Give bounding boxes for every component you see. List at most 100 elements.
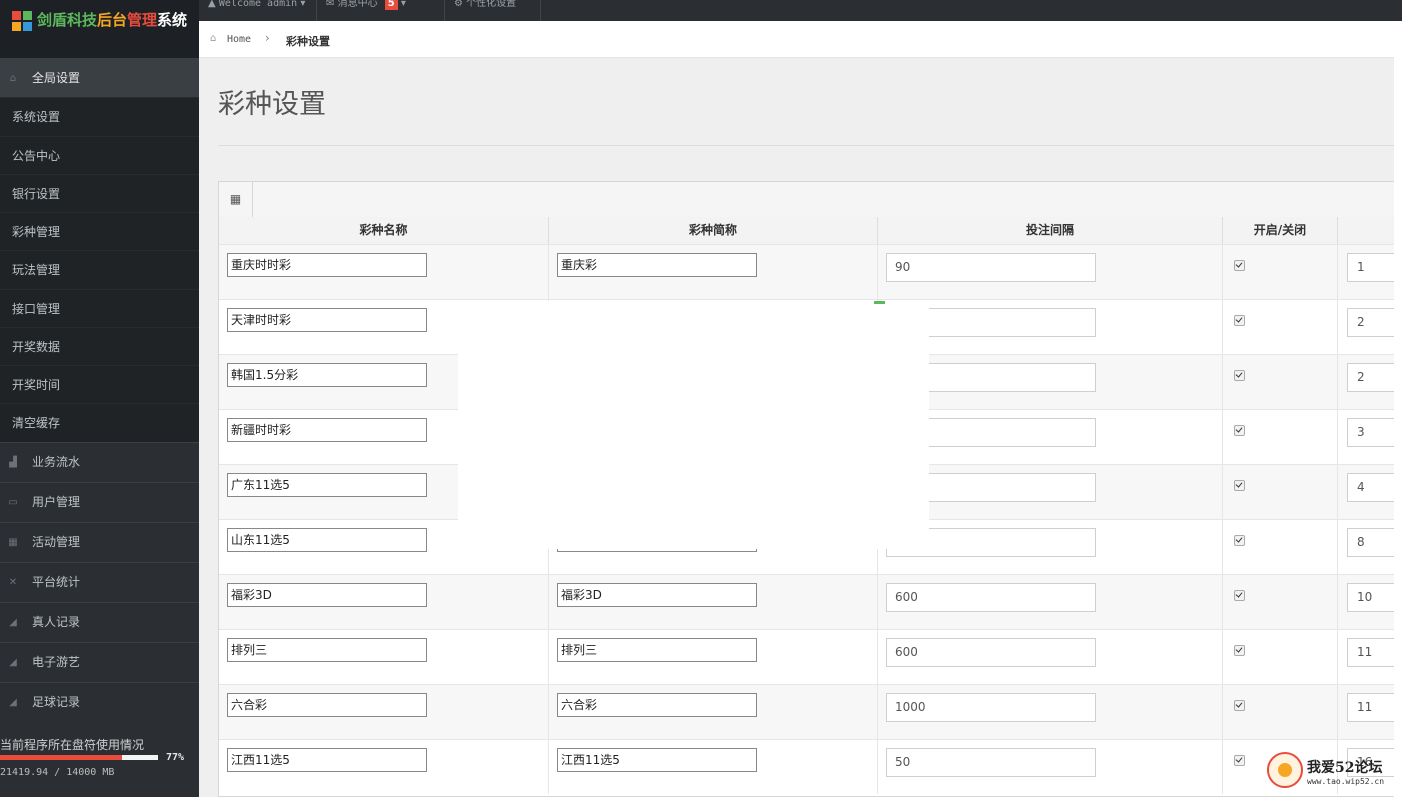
sidebar-item-api-management[interactable]: 接口管理 <box>0 289 199 328</box>
lottery-name-input[interactable]: 新疆时时彩 <box>227 418 427 442</box>
bet-interval-input[interactable]: 600 <box>886 638 1096 667</box>
disk-usage-title: 当前程序所在盘符使用情况 <box>0 738 145 752</box>
top-navbar: ▲ Welcome admin ▾ ✉ 消息中心 5 ▾ ⚙ 个性化设置 <box>199 0 1402 21</box>
cell-name: 重庆时时彩 <box>219 245 549 299</box>
cell-enabled <box>1223 465 1338 519</box>
cell-short-name: 重庆彩 <box>549 245 878 299</box>
cell-enabled <box>1223 685 1338 739</box>
cell-bet-interval <box>878 355 1223 409</box>
enabled-checkbox[interactable] <box>1234 590 1245 601</box>
disk-usage-fill <box>0 755 122 760</box>
sidebar-item-user-management[interactable]: ▭ 用户管理 <box>0 482 199 521</box>
cell-bet-interval: 50 <box>878 740 1223 794</box>
lottery-name-input[interactable]: 山东11选5 <box>227 528 427 552</box>
home-icon: ⌂ <box>210 33 217 44</box>
enabled-checkbox[interactable] <box>1234 370 1245 381</box>
sort-order-input[interactable]: 2 <box>1347 363 1394 392</box>
sidebar: 剑盾科技后台管理系统 ⌂ 全局设置 系统设置 公告中心 银行设置 彩种管理 玩法… <box>0 0 199 797</box>
sidebar-item-lottery-management[interactable]: 彩种管理 <box>0 212 199 251</box>
sidebar-item-electronic-games[interactable]: ◢ 电子游艺 <box>0 642 199 681</box>
enabled-checkbox[interactable] <box>1234 535 1245 546</box>
sidebar-item-clear-cache[interactable]: 清空缓存 <box>0 403 199 442</box>
sidebar-item-business-flow[interactable]: ▟ 业务流水 <box>0 442 199 481</box>
sidebar-item-platform-statistics[interactable]: ✕ 平台统计 <box>0 562 199 601</box>
cell-bet-interval <box>878 410 1223 464</box>
table-row: 重庆时时彩 重庆彩 90 1 <box>219 244 1394 299</box>
sidebar-item-draw-time[interactable]: 开奖时间 <box>0 365 199 404</box>
sidebar-item-activity-management[interactable]: ▦ 活动管理 <box>0 522 199 561</box>
column-header-bet-interval: 投注间隔 <box>878 217 1223 244</box>
sidebar-item-global-settings[interactable]: ⌂ 全局设置 <box>0 58 199 97</box>
brand-logo[interactable]: 剑盾科技后台管理系统 <box>0 0 199 58</box>
home-icon: ⌂ <box>9 73 17 84</box>
column-header-enabled: 开启/关闭 <box>1223 217 1338 244</box>
cell-short-name: 排列三 <box>549 630 878 684</box>
sidebar-item-draw-data[interactable]: 开奖数据 <box>0 327 199 366</box>
column-header-short-name: 彩种简称 <box>549 217 878 244</box>
cell-bet-interval: 1000 <box>878 685 1223 739</box>
cell-enabled <box>1223 575 1338 629</box>
signal-icon: ◢ <box>9 617 17 628</box>
lottery-short-name-input[interactable]: 排列三 <box>557 638 757 662</box>
sidebar-item-bank-settings[interactable]: 银行设置 <box>0 174 199 213</box>
message-count-badge: 5 <box>384 0 398 10</box>
sort-order-input[interactable]: 11 <box>1347 693 1394 722</box>
sort-order-input[interactable]: 8 <box>1347 528 1394 557</box>
lottery-name-input[interactable]: 韩国1.5分彩 <box>227 363 427 387</box>
lottery-short-name-input[interactable]: 重庆彩 <box>557 253 757 277</box>
sidebar-item-live-records[interactable]: ◢ 真人记录 <box>0 602 199 641</box>
enabled-checkbox[interactable] <box>1234 645 1245 656</box>
table-row: 排列三 排列三 600 11 <box>219 629 1394 684</box>
sort-order-input[interactable]: 3 <box>1347 418 1394 447</box>
bet-interval-input[interactable]: 50 <box>886 748 1096 777</box>
lottery-short-name-input[interactable]: 江西11选5 <box>557 748 757 772</box>
sort-order-input[interactable]: 11 <box>1347 638 1394 667</box>
enabled-checkbox[interactable] <box>1234 480 1245 491</box>
occluding-panel <box>458 301 929 549</box>
lottery-short-name-input[interactable]: 福彩3D <box>557 583 757 607</box>
lottery-name-input[interactable]: 福彩3D <box>227 583 427 607</box>
column-header-name: 彩种名称 <box>219 217 549 244</box>
cell-name: 六合彩 <box>219 685 549 739</box>
cell-enabled <box>1223 355 1338 409</box>
table-icon: ▦ <box>8 537 18 548</box>
lottery-name-input[interactable]: 排列三 <box>227 638 427 662</box>
enabled-checkbox[interactable] <box>1234 425 1245 436</box>
cell-order: 2 <box>1338 355 1394 409</box>
message-center-menu[interactable]: ✉ 消息中心 5 ▾ <box>317 0 445 21</box>
sidebar-item-system-settings[interactable]: 系统设置 <box>0 97 199 136</box>
sidebar-item-football-records[interactable]: ◢ 足球记录 <box>0 682 199 721</box>
bet-interval-input[interactable]: 90 <box>886 253 1096 282</box>
lottery-name-input[interactable]: 天津时时彩 <box>227 308 427 332</box>
enabled-checkbox[interactable] <box>1234 260 1245 271</box>
table-row: 六合彩 六合彩 1000 11 <box>219 684 1394 739</box>
enabled-checkbox[interactable] <box>1234 315 1245 326</box>
lottery-name-input[interactable]: 广东11选5 <box>227 473 427 497</box>
sidebar-item-notice-center[interactable]: 公告中心 <box>0 136 199 175</box>
caret-down-icon: ▾ <box>300 0 306 9</box>
user-menu[interactable]: ▲ Welcome admin ▾ <box>199 0 317 21</box>
bet-interval-input[interactable]: 600 <box>886 583 1096 612</box>
enabled-checkbox[interactable] <box>1234 755 1245 766</box>
lottery-short-name-input[interactable]: 六合彩 <box>557 693 757 717</box>
cell-bet-interval: 600 <box>878 630 1223 684</box>
sidebar-item-play-management[interactable]: 玩法管理 <box>0 250 199 289</box>
enabled-checkbox[interactable] <box>1234 700 1245 711</box>
cell-order: 11 <box>1338 685 1394 739</box>
cell-order: 8 <box>1338 520 1394 574</box>
sort-order-input[interactable]: 2 <box>1347 308 1394 337</box>
personalize-menu[interactable]: ⚙ 个性化设置 <box>445 0 541 21</box>
sort-order-input[interactable]: 1 <box>1347 253 1394 282</box>
cell-enabled <box>1223 300 1338 354</box>
bet-interval-input[interactable]: 1000 <box>886 693 1096 722</box>
cell-enabled <box>1223 410 1338 464</box>
sort-order-input[interactable]: 4 <box>1347 473 1394 502</box>
lottery-name-input[interactable]: 六合彩 <box>227 693 427 717</box>
column-header-order <box>1338 217 1394 244</box>
lottery-name-input[interactable]: 江西11选5 <box>227 748 427 772</box>
lottery-name-input[interactable]: 重庆时时彩 <box>227 253 427 277</box>
sort-order-input[interactable]: 10 <box>1347 583 1394 612</box>
breadcrumb-home-link[interactable]: Home <box>227 34 251 45</box>
table-row: 江西11选5 江西11选5 50 16 <box>219 739 1394 794</box>
widget-header: ▦ <box>219 182 1394 218</box>
